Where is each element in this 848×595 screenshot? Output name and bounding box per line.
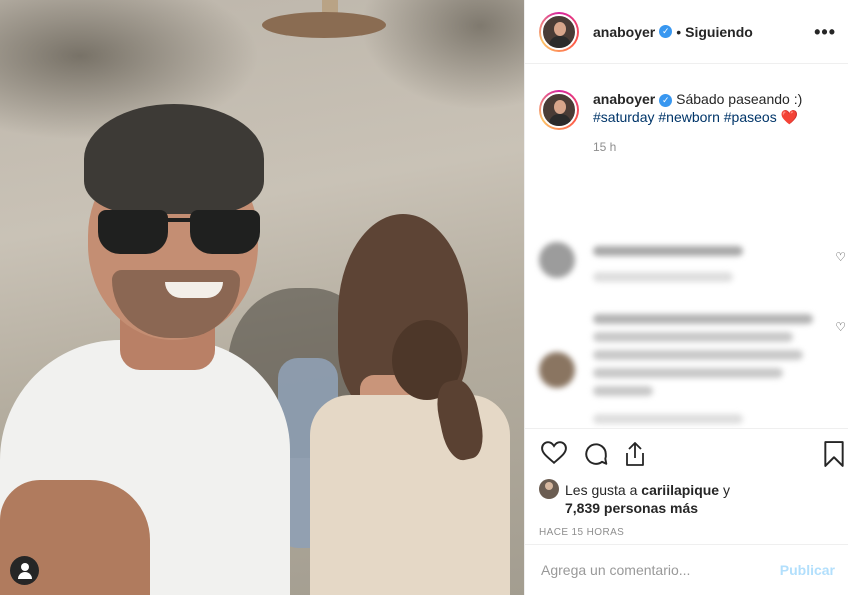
likes-summary: Les gusta a cariilapique y 7,839 persona… <box>539 479 835 517</box>
verified-badge-icon: ✓ <box>659 94 673 107</box>
profile-avatar[interactable] <box>539 11 579 52</box>
comment-input[interactable] <box>541 562 780 578</box>
comment-like-heart-icon[interactable]: ♡ <box>835 320 846 334</box>
caption-time: 15 h <box>593 140 617 154</box>
hashtag-saturday[interactable]: #saturday <box>593 109 654 125</box>
caption-text: Sábado paseando :) <box>676 91 803 107</box>
sunglasses <box>98 210 266 256</box>
comment-icon[interactable] <box>583 441 609 467</box>
post-side-panel: anaboyer ✓ • Siguiendo ••• anaboyer ✓ Sáb… <box>524 0 848 595</box>
verified-badge-icon: ✓ <box>659 25 673 38</box>
more-options-icon[interactable]: ••• <box>814 22 836 43</box>
post-actions: Les gusta a cariilapique y 7,839 persona… <box>525 428 848 544</box>
share-icon[interactable] <box>623 441 647 467</box>
blurred-comment <box>539 242 839 282</box>
likes-count[interactable]: 7,839 personas más <box>565 500 698 516</box>
post-header: anaboyer ✓ • Siguiendo ••• <box>525 0 848 64</box>
add-comment-bar: Publicar <box>525 544 848 595</box>
follow-button[interactable]: Siguiendo <box>685 24 753 40</box>
blurred-comment <box>539 310 839 428</box>
hashtag-paseos[interactable]: #paseos <box>724 109 777 125</box>
caption-username[interactable]: anaboyer <box>593 91 655 107</box>
heart-emoji: ❤️ <box>780 109 799 125</box>
user-tag-icon[interactable] <box>10 556 39 585</box>
header-username[interactable]: anaboyer <box>593 24 655 40</box>
publish-button[interactable]: Publicar <box>780 562 835 578</box>
bookmark-icon[interactable] <box>823 441 845 467</box>
caption-avatar[interactable] <box>539 90 579 130</box>
comments-area[interactable]: anaboyer ✓ Sábado paseando :) #saturday #… <box>525 64 848 428</box>
hashtag-newborn[interactable]: #newborn <box>658 109 720 125</box>
liker-avatar[interactable] <box>539 479 559 499</box>
post-timestamp[interactable]: HACE 15 HORAS <box>539 527 835 538</box>
post-photo[interactable] <box>0 0 524 595</box>
heart-icon[interactable] <box>541 441 567 465</box>
comment-like-heart-icon[interactable]: ♡ <box>835 250 846 264</box>
liker-username[interactable]: cariilapique <box>641 482 719 498</box>
caption: anaboyer ✓ Sábado paseando :) #saturday #… <box>525 80 848 156</box>
